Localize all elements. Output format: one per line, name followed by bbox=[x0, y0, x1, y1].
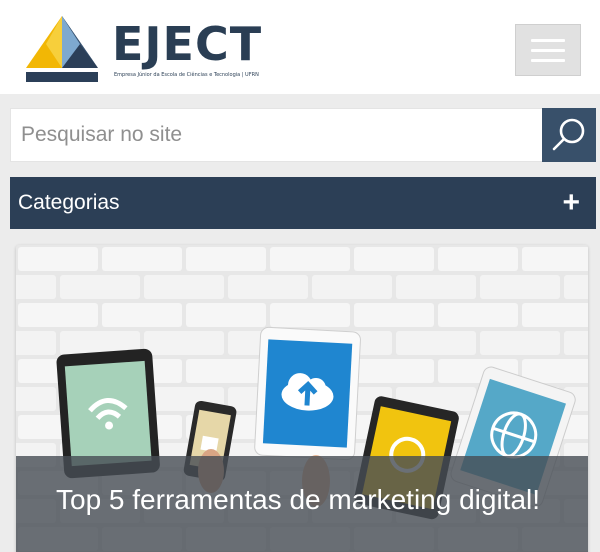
post-title[interactable]: Top 5 ferramentas de marketing digital! bbox=[56, 484, 556, 515]
featured-post-card[interactable]: Top 5 ferramentas de marketing digital! bbox=[16, 245, 588, 552]
brand-tagline: Empresa Júnior da Escola de Ciências e T… bbox=[114, 72, 259, 78]
hamburger-line bbox=[531, 38, 565, 42]
plus-icon: + bbox=[562, 186, 580, 219]
search-input[interactable] bbox=[11, 109, 543, 161]
categories-label: Categorias bbox=[18, 191, 120, 214]
hamburger-line bbox=[531, 48, 565, 52]
menu-button[interactable] bbox=[515, 24, 581, 76]
hamburger-line bbox=[531, 58, 565, 62]
categories-toggle[interactable]: Categorias + bbox=[10, 177, 596, 229]
brand-name: EJECT bbox=[112, 17, 263, 71]
search-icon bbox=[552, 118, 585, 151]
eject-logo-mark-icon bbox=[26, 16, 98, 82]
site-logo[interactable]: EJECT Empresa Júnior da Escola de Ciênci… bbox=[24, 14, 274, 84]
site-header: EJECT Empresa Júnior da Escola de Ciênci… bbox=[0, 0, 600, 94]
search-bar bbox=[10, 108, 596, 162]
search-button[interactable] bbox=[542, 108, 596, 162]
